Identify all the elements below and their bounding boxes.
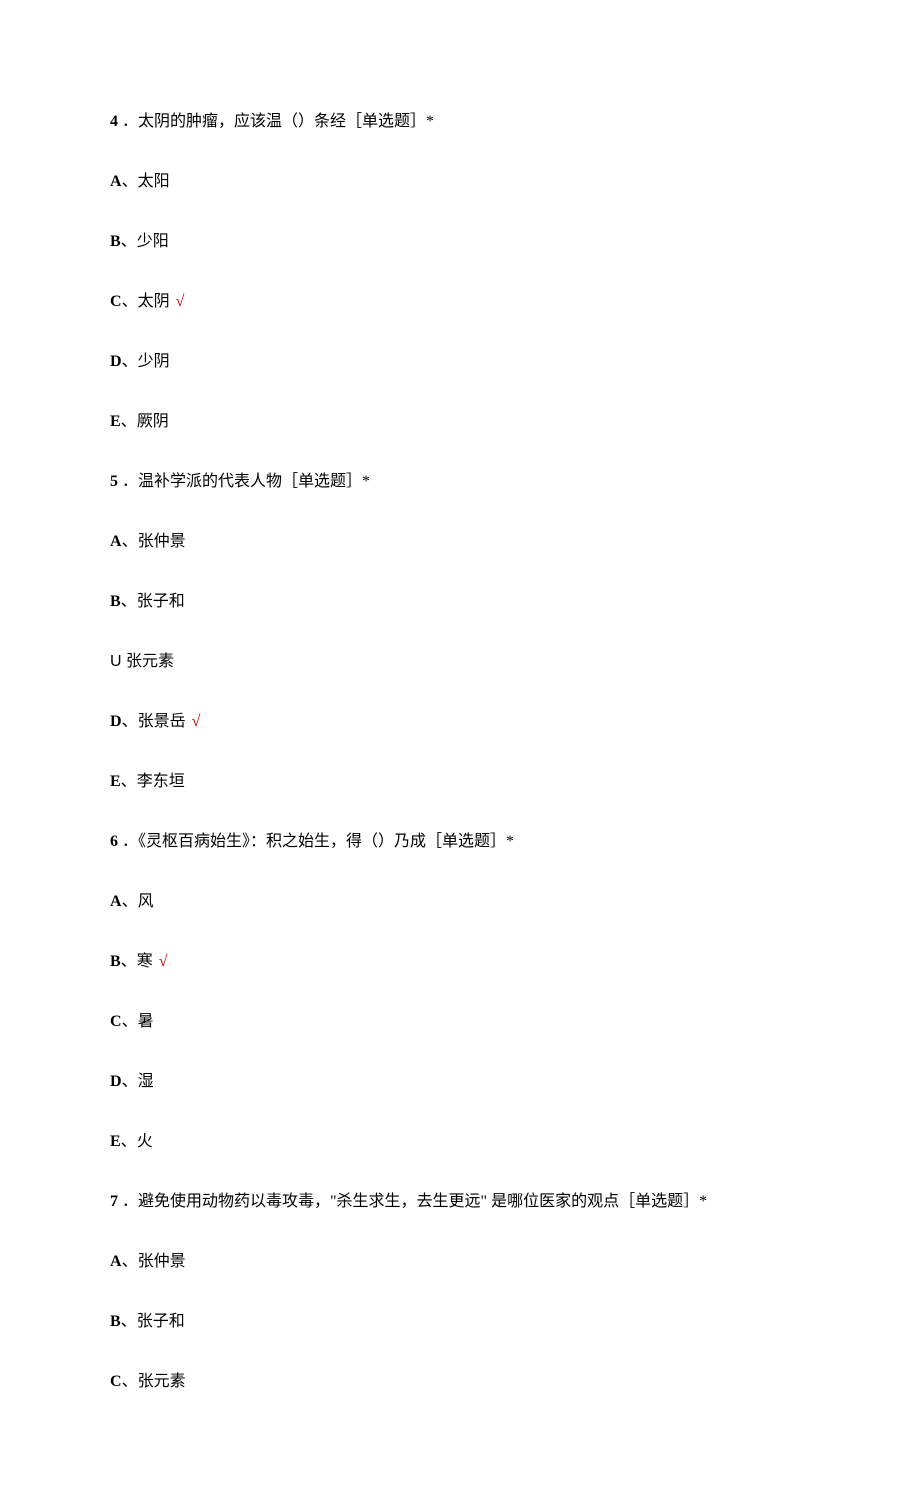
option-letter: B bbox=[110, 1313, 121, 1330]
question-stem: 4 ．太阴的肿瘤，应该温（）条经［单选题］* bbox=[110, 110, 810, 134]
option-letter: B bbox=[110, 953, 121, 970]
option-text: 少阳 bbox=[137, 233, 169, 250]
option-letter: C bbox=[110, 1373, 122, 1390]
option-separator: 、 bbox=[121, 413, 137, 430]
question-text: ．太阴的肿瘤，应该温（）条经［单选题］* bbox=[118, 113, 434, 130]
option-text: 李东垣 bbox=[137, 773, 185, 790]
option-text: 少阴 bbox=[138, 353, 170, 370]
option-separator: 、 bbox=[122, 173, 138, 190]
option: E、火 bbox=[110, 1130, 810, 1154]
option-separator: 、 bbox=[121, 1133, 137, 1150]
option-separator: 、 bbox=[122, 893, 138, 910]
option-separator: 、 bbox=[122, 293, 138, 310]
option: D、湿 bbox=[110, 1070, 810, 1094]
option-text: 太阴 bbox=[138, 293, 170, 310]
option-text: 张仲景 bbox=[138, 1253, 186, 1270]
question-text: ．温补学派的代表人物［单选题］* bbox=[118, 473, 370, 490]
option: B、少阳 bbox=[110, 230, 810, 254]
option-letter: B bbox=[110, 233, 121, 250]
option-separator: 、 bbox=[122, 533, 138, 550]
option-letter: C bbox=[110, 293, 122, 310]
option-separator: 、 bbox=[122, 1013, 138, 1030]
option: B、张子和 bbox=[110, 590, 810, 614]
option: C、太阴 √ bbox=[110, 290, 810, 314]
question-text: ．避免使用动物药以毒攻毒，"杀生求生，去生更远" 是哪位医家的观点［单选题］* bbox=[118, 1193, 707, 1210]
option-text: 张仲景 bbox=[138, 533, 186, 550]
option-separator: 、 bbox=[121, 953, 137, 970]
option-text: 寒 bbox=[137, 953, 153, 970]
option-separator: 、 bbox=[121, 773, 137, 790]
check-mark-icon: √ bbox=[188, 713, 201, 730]
option-letter: D bbox=[110, 353, 122, 370]
question-stem: 7 ．避免使用动物药以毒攻毒，"杀生求生，去生更远" 是哪位医家的观点［单选题］… bbox=[110, 1190, 810, 1214]
question-number: 4 bbox=[110, 113, 118, 130]
option-letter: A bbox=[110, 173, 122, 190]
option-separator: 、 bbox=[121, 233, 137, 250]
option-letter: E bbox=[110, 413, 121, 430]
option-text: 张子和 bbox=[137, 593, 185, 610]
option-text: 风 bbox=[138, 893, 154, 910]
option-letter: D bbox=[110, 1073, 122, 1090]
question-stem: 5 ．温补学派的代表人物［单选题］* bbox=[110, 470, 810, 494]
option-text: 厥阴 bbox=[137, 413, 169, 430]
option-letter: D bbox=[110, 713, 122, 730]
question-number: 7 bbox=[110, 1193, 118, 1210]
option-text: 火 bbox=[137, 1133, 153, 1150]
option-letter: A bbox=[110, 1253, 122, 1270]
option: C、张元素 bbox=[110, 1370, 810, 1394]
check-mark-icon: √ bbox=[155, 953, 168, 970]
option-misprint: U 张元素 bbox=[110, 650, 810, 674]
option-text: 张子和 bbox=[137, 1313, 185, 1330]
option-text: 湿 bbox=[138, 1073, 154, 1090]
option-separator: 、 bbox=[122, 1373, 138, 1390]
option-separator: 、 bbox=[122, 1073, 138, 1090]
option: A、风 bbox=[110, 890, 810, 914]
option-text: 张元素 bbox=[138, 1373, 186, 1390]
question: 4 ．太阴的肿瘤，应该温（）条经［单选题］*A、太阳B、少阳C、太阴 √D、少阴… bbox=[110, 110, 810, 434]
question-stem: 6 ．《灵枢百病始生》：积之始生，得（）乃成［单选题］* bbox=[110, 830, 810, 854]
option-separator: 、 bbox=[121, 593, 137, 610]
option-letter: E bbox=[110, 1133, 121, 1150]
question-number: 5 bbox=[110, 473, 118, 490]
option: E、李东垣 bbox=[110, 770, 810, 794]
option: C、暑 bbox=[110, 1010, 810, 1034]
option-separator: 、 bbox=[122, 353, 138, 370]
option-letter: A bbox=[110, 533, 122, 550]
option-letter: E bbox=[110, 773, 121, 790]
option-separator: 、 bbox=[122, 713, 138, 730]
option-separator: 、 bbox=[122, 1253, 138, 1270]
option: B、寒 √ bbox=[110, 950, 810, 974]
option: D、少阴 bbox=[110, 350, 810, 374]
question: 6 ．《灵枢百病始生》：积之始生，得（）乃成［单选题］*A、风B、寒 √C、暑D… bbox=[110, 830, 810, 1154]
option: A、张仲景 bbox=[110, 1250, 810, 1274]
option-text: 太阳 bbox=[138, 173, 170, 190]
question: 5 ．温补学派的代表人物［单选题］*A、张仲景B、张子和U 张元素D、张景岳 √… bbox=[110, 470, 810, 794]
check-mark-icon: √ bbox=[172, 293, 185, 310]
option-text: 张景岳 bbox=[138, 713, 186, 730]
option-text: 暑 bbox=[138, 1013, 154, 1030]
option-letter: C bbox=[110, 1013, 122, 1030]
option-letter: A bbox=[110, 893, 122, 910]
question-number: 6 bbox=[110, 833, 118, 850]
option: D、张景岳 √ bbox=[110, 710, 810, 734]
question: 7 ．避免使用动物药以毒攻毒，"杀生求生，去生更远" 是哪位医家的观点［单选题］… bbox=[110, 1190, 810, 1394]
option: E、厥阴 bbox=[110, 410, 810, 434]
question-text: ．《灵枢百病始生》：积之始生，得（）乃成［单选题］* bbox=[118, 833, 514, 850]
option: A、太阳 bbox=[110, 170, 810, 194]
option: A、张仲景 bbox=[110, 530, 810, 554]
option-letter: B bbox=[110, 593, 121, 610]
option: B、张子和 bbox=[110, 1310, 810, 1334]
option-separator: 、 bbox=[121, 1313, 137, 1330]
